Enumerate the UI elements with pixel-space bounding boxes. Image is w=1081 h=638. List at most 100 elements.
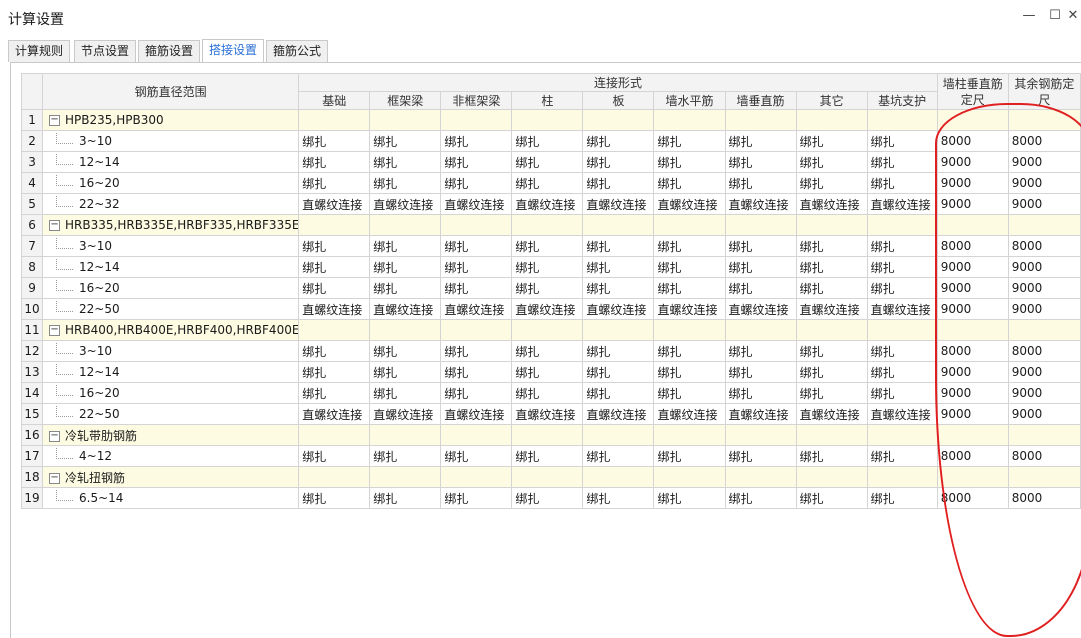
connection-cell[interactable]: 绑扎 [795,256,868,278]
other-length-cell[interactable] [1007,466,1081,488]
header-col-0[interactable]: 基础 [298,91,371,110]
connection-cell[interactable]: 绑扎 [369,130,442,152]
connection-cell[interactable]: 绑扎 [653,151,726,173]
connection-cell[interactable]: 直螺纹连接 [369,403,442,425]
connection-cell[interactable]: 直螺纹连接 [795,403,868,425]
wall-length-cell[interactable]: 8000 [936,235,1009,257]
other-length-cell[interactable]: 9000 [1007,361,1081,383]
connection-cell[interactable]: 绑扎 [582,277,655,299]
connection-cell[interactable]: 绑扎 [866,130,938,152]
wall-length-cell[interactable]: 9000 [936,256,1009,278]
connection-cell[interactable] [866,214,938,236]
connection-cell[interactable] [866,319,938,341]
connection-cell[interactable]: 绑扎 [866,361,938,383]
connection-cell[interactable]: 绑扎 [582,172,655,194]
connection-cell[interactable] [511,214,584,236]
header-col-7[interactable]: 其它 [795,91,868,110]
connection-cell[interactable]: 直螺纹连接 [724,298,797,320]
connection-cell[interactable] [511,424,584,446]
group-label-cell[interactable]: − HRB400,HRB400E,HRBF400,HRBF400E... [42,319,300,341]
connection-cell[interactable]: 绑扎 [582,445,655,467]
connection-cell[interactable] [582,319,655,341]
connection-cell[interactable]: 绑扎 [795,382,868,404]
group-label-cell[interactable]: − 冷轧扭钢筋 [42,466,300,488]
connection-cell[interactable]: 直螺纹连接 [369,193,442,215]
connection-cell[interactable]: 绑扎 [724,445,797,467]
collapse-icon[interactable]: − [49,472,61,484]
connection-cell[interactable] [795,466,868,488]
connection-cell[interactable]: 绑扎 [724,235,797,257]
connection-cell[interactable]: 绑扎 [866,151,938,173]
tab-calc-rules[interactable]: 计算规则 [8,40,71,62]
tab-stirrup-formula[interactable]: 箍筋公式 [266,40,329,62]
wall-length-cell[interactable]: 9000 [936,151,1009,173]
wall-length-cell[interactable]: 9000 [936,277,1009,299]
connection-cell[interactable]: 直螺纹连接 [298,193,371,215]
connection-cell[interactable] [653,319,726,341]
wall-length-cell[interactable] [936,319,1009,341]
connection-cell[interactable]: 绑扎 [582,256,655,278]
connection-cell[interactable]: 绑扎 [582,235,655,257]
connection-cell[interactable] [369,424,442,446]
connection-cell[interactable]: 直螺纹连接 [653,298,726,320]
tab-lap-settings[interactable]: 搭接设置 [202,39,265,62]
connection-cell[interactable] [582,424,655,446]
connection-cell[interactable]: 绑扎 [866,340,938,362]
connection-cell[interactable]: 绑扎 [795,445,868,467]
connection-cell[interactable]: 绑扎 [298,445,371,467]
connection-cell[interactable]: 绑扎 [298,487,371,509]
table-row[interactable]: 9 16~20 绑扎 绑扎 绑扎 绑扎 绑扎 绑扎 绑扎 绑扎 绑扎 9000 9000 [20,277,1081,299]
other-length-cell[interactable]: 9000 [1007,298,1081,320]
connection-cell[interactable] [511,319,584,341]
wall-length-cell[interactable]: 8000 [936,445,1009,467]
connection-cell[interactable] [795,109,868,131]
connection-cell[interactable]: 绑扎 [653,487,726,509]
connection-cell[interactable]: 绑扎 [795,130,868,152]
connection-cell[interactable]: 绑扎 [724,151,797,173]
collapse-icon[interactable]: − [49,115,61,126]
connection-cell[interactable]: 直螺纹连接 [582,193,655,215]
connection-cell[interactable]: 绑扎 [653,382,726,404]
collapse-icon[interactable]: − [49,430,61,442]
connection-cell[interactable]: 直螺纹连接 [511,298,584,320]
connection-cell[interactable] [369,109,442,131]
connection-cell[interactable]: 直螺纹连接 [653,193,726,215]
connection-cell[interactable]: 绑扎 [653,340,726,362]
connection-cell[interactable] [298,424,371,446]
connection-cell[interactable]: 直螺纹连接 [866,403,938,425]
connection-cell[interactable] [440,424,513,446]
connection-cell[interactable]: 直螺纹连接 [511,193,584,215]
header-col-5[interactable]: 墙水平筋 [653,91,726,110]
connection-cell[interactable]: 直螺纹连接 [582,298,655,320]
connection-cell[interactable] [724,424,797,446]
connection-cell[interactable]: 绑扎 [298,172,371,194]
wall-length-cell[interactable]: 8000 [936,130,1009,152]
connection-cell[interactable] [724,466,797,488]
connection-cell[interactable]: 直螺纹连接 [724,193,797,215]
header-col-8[interactable]: 基坑支护 [866,91,938,110]
connection-cell[interactable]: 绑扎 [866,172,938,194]
connection-cell[interactable]: 绑扎 [511,445,584,467]
range-label-cell[interactable]: 12~14 [42,151,300,173]
connection-cell[interactable]: 直螺纹连接 [298,403,371,425]
group-label-cell[interactable]: − 冷轧带肋钢筋 [42,424,300,446]
connection-cell[interactable]: 绑扎 [724,382,797,404]
connection-cell[interactable]: 直螺纹连接 [440,298,513,320]
connection-cell[interactable]: 绑扎 [795,151,868,173]
connection-cell[interactable] [866,109,938,131]
connection-cell[interactable] [866,424,938,446]
connection-cell[interactable] [298,319,371,341]
connection-cell[interactable]: 绑扎 [298,235,371,257]
other-length-cell[interactable] [1007,109,1081,131]
connection-cell[interactable]: 绑扎 [369,256,442,278]
range-label-cell[interactable]: 22~32 [42,193,300,215]
header-col-2[interactable]: 非框架梁 [440,91,513,110]
header-other-length[interactable]: 其余钢筋定尺 [1007,73,1081,110]
header-col-1[interactable]: 框架梁 [369,91,442,110]
connection-cell[interactable]: 绑扎 [724,130,797,152]
connection-cell[interactable] [440,319,513,341]
range-label-cell[interactable]: 3~10 [42,130,300,152]
connection-cell[interactable] [511,109,584,131]
header-col-6[interactable]: 墙垂直筋 [724,91,797,110]
tab-stirrup-settings[interactable]: 箍筋设置 [138,40,201,62]
